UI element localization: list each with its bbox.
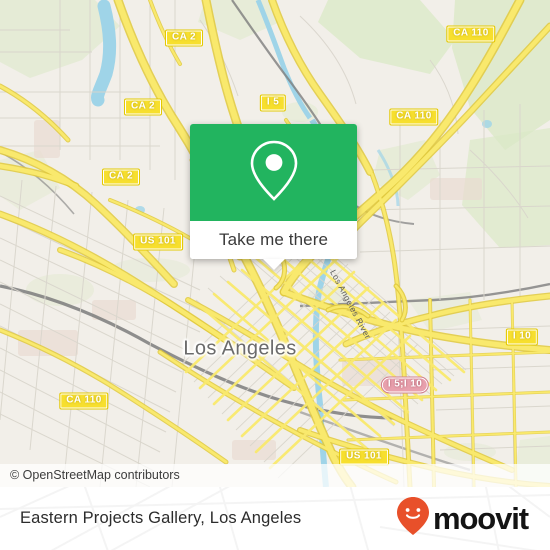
highway-shield-ca-2-mid: CA 2: [101, 168, 141, 186]
highway-shield-i-5-i-10: I 5;I 10: [380, 376, 430, 394]
place-title: Eastern Projects Gallery, Los Angeles: [20, 509, 302, 527]
highway-shield-ca-110-north: CA 110: [446, 25, 496, 43]
popup-footer[interactable]: Take me there: [190, 221, 357, 270]
highway-shield-ca-110-south: CA 110: [59, 392, 109, 410]
highway-shield-ca-110-mid: CA 110: [389, 108, 439, 126]
moovit-smiley-pin-icon: [396, 496, 430, 541]
highway-shield-us-101-south: US 101: [339, 448, 389, 466]
highway-shield-i-5: I 5: [259, 94, 287, 112]
popup-header: [190, 124, 357, 221]
highway-shield-us-101-north: US 101: [133, 233, 183, 251]
moovit-logo[interactable]: moovit: [396, 496, 529, 541]
bottom-info-bar: Eastern Projects Gallery, Los Angeles mo…: [0, 487, 550, 550]
moovit-wordmark: moovit: [432, 501, 529, 536]
take-me-there-button[interactable]: Take me there: [219, 230, 328, 250]
highway-shield-ca-2-north: CA 2: [164, 29, 204, 47]
place-label-los-angeles: Los Angeles: [183, 337, 297, 360]
map-canvas[interactable]: Los Angeles Los Angeles River CA 2 CA 11…: [0, 0, 550, 487]
map-pin-icon: [246, 137, 302, 208]
screenshot-root: Los Angeles Los Angeles River CA 2 CA 11…: [0, 0, 550, 550]
location-popup-card[interactable]: Take me there: [190, 124, 357, 270]
map-attribution[interactable]: © OpenStreetMap contributors: [0, 464, 550, 487]
popup-pointer-tail: [262, 259, 285, 270]
highway-shield-i-10: I 10: [505, 328, 539, 346]
highway-shield-ca-2-west: CA 2: [123, 98, 163, 116]
